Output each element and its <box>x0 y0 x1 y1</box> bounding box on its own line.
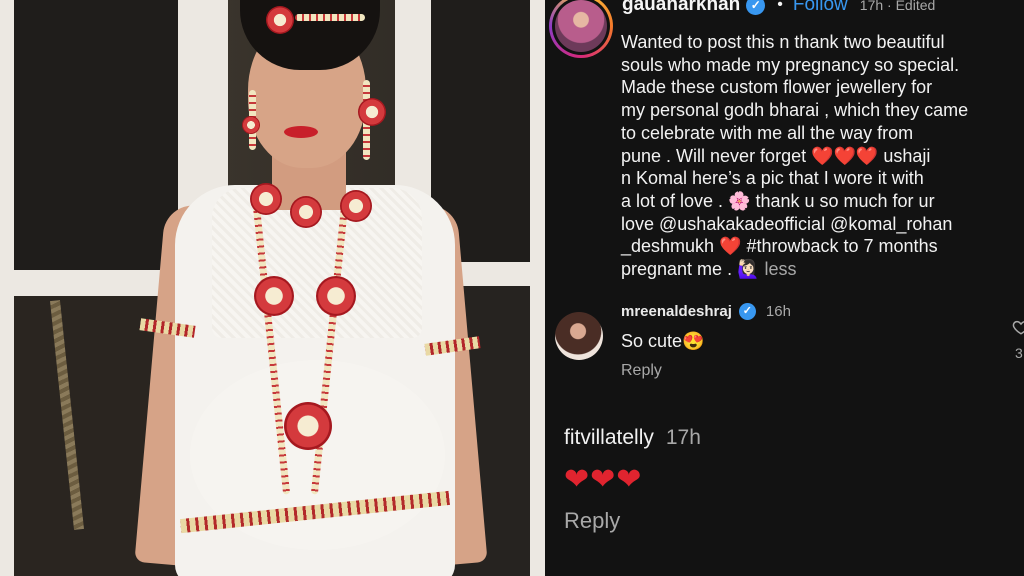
comment-header: fitvillatelly 17h <box>564 426 701 450</box>
verified-badge-icon: ✓ <box>746 0 766 15</box>
choker-flower-3 <box>340 190 372 222</box>
less-link[interactable]: less <box>764 259 796 279</box>
caption-last-line: pregnant me . 🙋🏻‍♀️ less <box>621 258 1016 281</box>
commenter-avatar[interactable] <box>555 312 603 360</box>
comment-header: mreenaldeshraj ✓ 16h <box>621 303 791 320</box>
headpiece-flower <box>266 6 294 34</box>
author-avatar-image <box>555 0 607 52</box>
headpiece-chain <box>295 14 365 21</box>
caption-line: a lot of love . 🌸 thank u so much for ur <box>621 190 935 211</box>
necklace-flower-right <box>316 276 356 316</box>
door-frame-rail-left <box>14 270 179 296</box>
like-count: 3 <box>1015 345 1023 361</box>
comments-panel: gauaharkhan ✓ • Follow 17h · Edited Want… <box>545 0 1024 576</box>
header-separator: • <box>777 0 783 13</box>
caption-line: souls who made my pregnancy so special. <box>621 54 960 75</box>
comment-text: So cute😍 <box>621 331 705 351</box>
door-frame-right <box>530 0 545 576</box>
person-lips <box>284 126 318 138</box>
follow-button[interactable]: Follow <box>793 0 848 16</box>
ear-flower-left <box>242 116 260 134</box>
ear-flower-right <box>358 98 386 126</box>
comment-time: 16h <box>765 303 791 320</box>
caption-line: pregnant me . 🙋🏻‍♀️ <box>621 259 765 280</box>
author-avatar[interactable] <box>549 0 613 58</box>
caption-line: to celebrate with me all the way from <box>621 122 914 143</box>
author-username[interactable]: gauaharkhan <box>622 0 740 16</box>
door-panel-left-top <box>14 0 179 270</box>
caption-line: _deshmukh ❤️ #throwback to 7 months <box>621 236 938 257</box>
caption-line: n Komal here’s a pic that I wore it with <box>621 168 924 189</box>
caption-line: Wanted to post this n thank two beautifu… <box>621 32 945 52</box>
commenter-username[interactable]: mreenaldeshraj <box>621 303 732 320</box>
caption-line: Made these custom flower jewellery for <box>621 77 933 98</box>
post-header: gauaharkhan ✓ • Follow 17h · Edited <box>622 0 935 17</box>
heart-outline-icon[interactable] <box>1012 318 1024 336</box>
caption-line: pune . Will never forget ❤️❤️❤️ ushaji <box>621 145 931 166</box>
comment-text: ❤❤❤ <box>564 463 643 496</box>
choker-flower-2 <box>290 196 322 228</box>
post-timestamp: 17h · Edited <box>859 0 936 13</box>
post-photo <box>0 0 545 576</box>
caption-line: love @ushakakadeofficial @komal_rohan <box>621 213 953 234</box>
pendant-flower <box>284 402 332 450</box>
caption-line: my personal godh bharai , which they cam… <box>621 100 969 121</box>
choker-flower-1 <box>250 183 282 215</box>
post-caption: Wanted to post this n thank two beautifu… <box>621 31 1016 281</box>
comment-time: 17h <box>665 426 701 449</box>
reply-button[interactable]: Reply <box>564 508 620 534</box>
reply-button[interactable]: Reply <box>621 362 662 380</box>
verified-badge-icon: ✓ <box>738 303 756 320</box>
door-frame-left <box>0 0 14 576</box>
necklace-flower-left <box>254 276 294 316</box>
commenter-username[interactable]: fitvillatelly <box>564 426 654 449</box>
